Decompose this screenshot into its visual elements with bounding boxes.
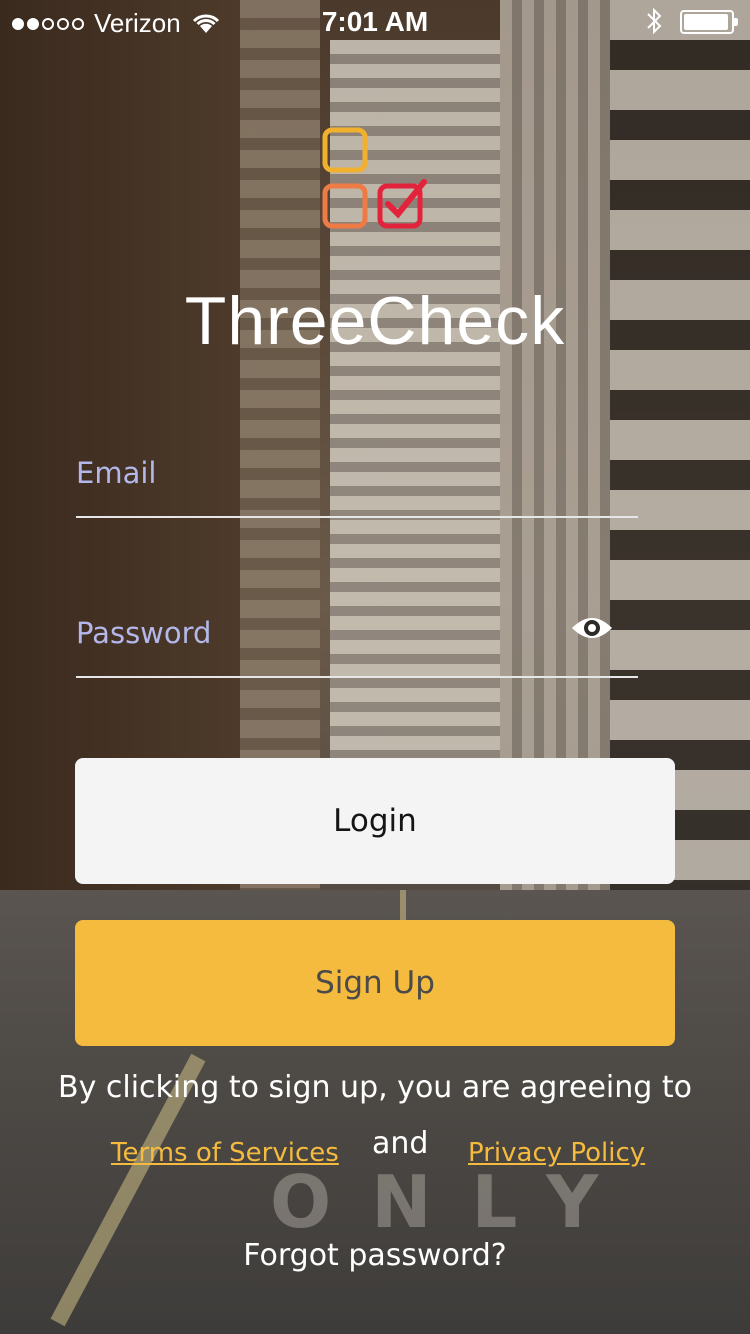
- status-bar: Verizon 7:01 AM: [0, 0, 750, 40]
- email-field: [76, 436, 638, 518]
- password-field: [76, 596, 638, 678]
- battery-icon: [680, 10, 738, 34]
- app-title: ThreeCheck: [184, 283, 566, 359]
- status-time: 7:01 AM: [321, 6, 429, 37]
- sign-up-button[interactable]: Sign Up: [75, 920, 675, 1046]
- terms-of-services-link[interactable]: Terms of Services: [111, 1138, 339, 1168]
- and-text: and: [372, 1126, 429, 1161]
- agreement-text: By clicking to sign up, you are agreeing…: [58, 1070, 692, 1105]
- privacy-policy-link[interactable]: Privacy Policy: [468, 1138, 645, 1168]
- threecheck-logo-icon: [322, 127, 427, 229]
- login-button[interactable]: Login: [75, 758, 675, 884]
- password-input[interactable]: [76, 616, 556, 650]
- bluetooth-icon: [647, 7, 662, 35]
- show-password-eye-icon[interactable]: [570, 614, 614, 642]
- email-input[interactable]: [76, 456, 556, 490]
- login-screen: ONLY Verizon 7:01 AM ThreeCheck Email Lo…: [0, 0, 750, 1334]
- forgot-password-link[interactable]: Forgot password?: [0, 1238, 750, 1273]
